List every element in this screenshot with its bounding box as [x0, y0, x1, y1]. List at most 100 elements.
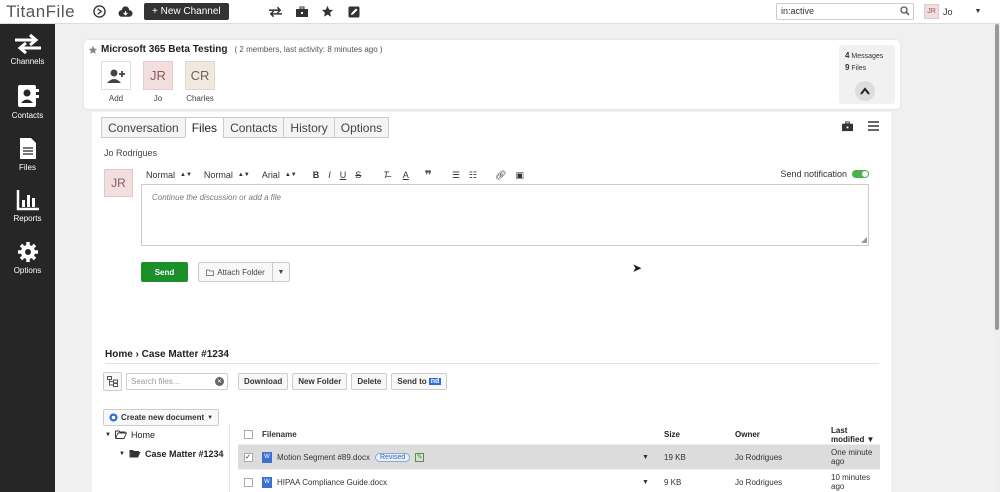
file-name[interactable]: Motion Segment #89.docx [277, 453, 370, 462]
breadcrumb[interactable]: Home › Case Matter #1234 [105, 349, 229, 360]
clear-format-icon[interactable]: T̶ [383, 170, 389, 180]
files-count: 9 [845, 63, 850, 72]
member-charles[interactable]: CR Charles [180, 61, 220, 103]
send-button[interactable]: Send [141, 262, 188, 282]
briefcase-icon[interactable] [294, 4, 310, 20]
tab-options[interactable]: Options [333, 117, 390, 138]
file-toolbar: Search files... ✕ Download New Folder De… [103, 372, 448, 391]
caret-down-icon[interactable]: ▼ [119, 451, 125, 457]
table-row[interactable]: W HIPAA Compliance Guide.docx ▼ 9 KB Jo … [238, 470, 880, 492]
underline-icon[interactable]: U [340, 170, 347, 180]
cloud-icon[interactable] [117, 4, 133, 20]
chevron-down-icon[interactable]: ▼ [642, 454, 664, 461]
tree-item-label: Case Matter #1234 [144, 448, 224, 459]
tree-item-home[interactable]: ▼ Home [105, 426, 224, 443]
attach-folder-main[interactable]: Attach Folder [199, 263, 273, 281]
chevron-down-icon[interactable]: ▼ [642, 479, 664, 486]
bullet-list-icon[interactable]: ☷ [469, 170, 477, 181]
strikethrough-icon[interactable]: S [355, 170, 361, 180]
select-all-checkbox[interactable] [243, 430, 253, 439]
column-last-modified[interactable]: Last modified ▼ [831, 426, 880, 444]
tab-conversation[interactable]: Conversation [101, 117, 185, 138]
messages-label: Messages [851, 53, 884, 60]
channel-panel: Conversation Files Contacts History Opti… [92, 112, 891, 492]
column-filename[interactable]: Filename [258, 430, 642, 439]
new-folder-button[interactable]: New Folder [292, 373, 348, 390]
file-search-placeholder: Search files... [131, 377, 180, 386]
size-format-select[interactable]: Normal ▲▼ [204, 170, 250, 180]
image-icon[interactable]: ▣ [515, 170, 524, 181]
file-name[interactable]: HIPAA Compliance Guide.docx [277, 478, 387, 487]
briefcase-icon[interactable] [841, 121, 854, 132]
sidebar-item-channels[interactable]: Channels [0, 24, 55, 76]
font-select[interactable]: Arial ▲▼ [262, 170, 297, 180]
tab-contacts[interactable]: Contacts [223, 117, 284, 138]
chevron-down-icon[interactable]: ▼ [273, 263, 289, 281]
add-member-button[interactable]: Add [96, 61, 136, 103]
transfer-icon[interactable] [268, 4, 284, 20]
tab-files[interactable]: Files [184, 117, 224, 138]
column-size[interactable]: Size [664, 430, 735, 439]
caret-down-icon[interactable]: ▼ [105, 432, 111, 438]
member-jo[interactable]: JR Jo [138, 61, 178, 103]
sidebar-item-options[interactable]: Options [0, 232, 55, 284]
text-color-icon[interactable]: A [403, 170, 409, 180]
column-owner[interactable]: Owner [735, 430, 831, 439]
row-checkbox[interactable]: ✓ [243, 452, 253, 462]
clear-search-icon[interactable]: ✕ [215, 377, 224, 386]
paragraph-format-value: Normal [146, 170, 176, 180]
channel-status-icon[interactable] [91, 4, 107, 20]
search-icon[interactable] [900, 6, 910, 18]
download-button[interactable]: Download [238, 373, 289, 390]
ordered-list-icon[interactable]: ☰ [452, 170, 460, 181]
delete-button[interactable]: Delete [351, 373, 388, 390]
channels-icon [14, 34, 41, 54]
edit-square-icon[interactable] [346, 4, 362, 20]
tab-history[interactable]: History [283, 117, 334, 138]
message-editor[interactable]: Continue the discussion or add a file ◢ [141, 184, 869, 246]
sort-arrows-icon: ▲▼ [180, 172, 192, 178]
star-icon[interactable] [320, 4, 336, 20]
app-logo[interactable]: TitanFile [6, 2, 86, 22]
edit-icon[interactable]: ✎ [415, 452, 425, 462]
chevron-down-icon: ▼ [974, 8, 982, 15]
attach-folder-button[interactable]: Attach Folder ▼ [198, 262, 290, 282]
sidebar-item-contacts[interactable]: Contacts [0, 76, 55, 128]
create-document-button[interactable]: Create new document ▼ [103, 409, 220, 426]
table-row[interactable]: ✓ W Motion Segment #89.docx Revised ✎ ▼ … [238, 445, 880, 470]
add-user-icon[interactable] [101, 61, 131, 90]
link-icon[interactable]: 🔗︎ [495, 170, 506, 181]
tree-item-label: Home [130, 429, 155, 440]
editor-toolbar: Normal ▲▼ Normal ▲▼ Arial ▲▼ B I U S T̶ A ❞… [146, 168, 533, 182]
member-label: Jo [153, 94, 163, 103]
scrollbar-thumb[interactable] [995, 24, 999, 330]
bold-icon[interactable]: B [313, 170, 320, 180]
search-input[interactable]: in:active [776, 3, 914, 20]
send-notification-toggle[interactable]: Send notification [780, 169, 869, 179]
tree-view-toggle[interactable] [103, 372, 122, 391]
attach-folder-label: Attach Folder [217, 267, 265, 277]
resize-handle-icon[interactable]: ◢ [861, 235, 867, 244]
sidebar-item-reports[interactable]: Reports [0, 180, 55, 232]
tree-icon [107, 376, 118, 387]
page-scrollbar[interactable] [994, 24, 1000, 492]
paragraph-format-select[interactable]: Normal ▲▼ [146, 170, 192, 180]
collapse-button[interactable] [855, 81, 875, 101]
quote-icon[interactable]: ❞ [425, 168, 432, 182]
italic-icon[interactable]: I [328, 170, 331, 180]
menu-icon[interactable] [868, 121, 879, 131]
chevron-up-icon [860, 87, 870, 95]
file-search-input[interactable]: Search files... ✕ [126, 373, 228, 390]
toggle-switch[interactable] [852, 170, 869, 178]
author-avatar: JR [104, 169, 133, 197]
sidebar-item-label: Files [19, 162, 36, 172]
tree-item-case-matter[interactable]: ▼ Case Matter #1234 [119, 445, 224, 462]
netdocuments-badge: nd [428, 378, 442, 385]
new-channel-button[interactable]: + New Channel [144, 3, 229, 20]
sidebar-item-files[interactable]: Files [0, 128, 55, 180]
folder-tree: ▼ Home ▼ Case Matter #1234 [105, 426, 224, 462]
user-menu[interactable]: JR Jo ▼ [924, 4, 981, 19]
sidebar-item-label: Reports [13, 214, 42, 223]
row-checkbox[interactable] [243, 477, 253, 487]
send-to-button[interactable]: Send to nd [391, 373, 448, 390]
